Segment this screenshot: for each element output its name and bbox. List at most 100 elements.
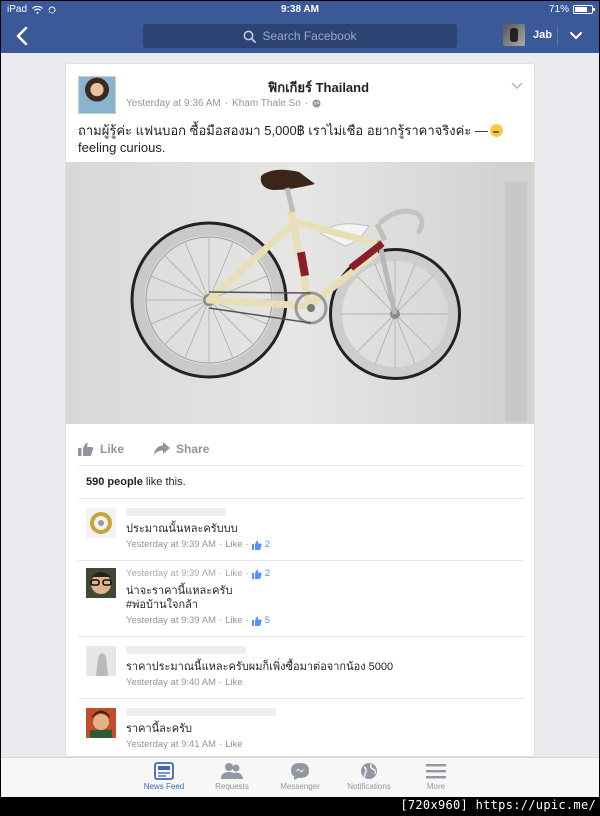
avatar <box>503 24 525 46</box>
comment-time: Yesterday at 9:41 AM <box>126 739 216 750</box>
comment-meta: Yesterday at 9:39 AM · Like · 2 <box>126 539 271 550</box>
post-text: ถามผู้รู้ค่ะ แฟนบอก ซื้อมือสองมา 5,000฿ … <box>78 122 524 156</box>
post-feeling: feeling curious. <box>78 140 166 155</box>
profile-name: Jab <box>533 29 552 41</box>
search-placeholder: Search Facebook <box>262 29 357 43</box>
likes-suffix: like this. <box>145 476 186 488</box>
comment-time: Yesterday at 9:39 AM <box>126 568 216 579</box>
redacted-name <box>126 708 276 716</box>
comment-like-button[interactable]: Like <box>225 539 242 550</box>
tab-news-feed[interactable]: News Feed <box>134 762 194 791</box>
post-meta: Yesterday at 9:36 AM · Kham Thale So · <box>126 98 321 109</box>
news-feed-icon <box>154 762 174 780</box>
comment-meta: Yesterday at 9:40 AM · Like <box>126 677 243 688</box>
post-options-chevron-icon[interactable] <box>510 80 524 92</box>
tab-label: Requests <box>215 782 249 791</box>
search-icon <box>243 30 257 43</box>
thumbs-up-icon <box>78 442 94 456</box>
author-avatar[interactable] <box>78 76 116 114</box>
tab-messenger[interactable]: Messenger <box>270 762 330 791</box>
comment-meta: Yesterday at 9:39 AM · Like · 2 <box>126 568 271 579</box>
tab-label: Messenger <box>280 782 320 791</box>
bicycle-photo <box>66 162 534 424</box>
post-card: ฟิกเกียร์ Thailand Yesterday at 9:36 AM … <box>65 63 535 757</box>
redacted-name <box>126 508 226 516</box>
likes-count: 590 people <box>86 476 143 488</box>
commenter-avatar[interactable] <box>86 508 116 538</box>
divider <box>78 698 524 699</box>
comment: Yesterday at 9:39 AM · Like · 2 น่าจะราคาน… <box>86 568 516 628</box>
commenter-avatar[interactable] <box>86 646 116 676</box>
commenter-avatar[interactable] <box>86 708 116 738</box>
divider <box>557 26 558 46</box>
comment-time: Yesterday at 9:40 AM <box>126 677 216 688</box>
share-button[interactable]: Share <box>154 442 209 456</box>
post-photo[interactable] <box>66 162 534 424</box>
post-location[interactable]: Kham Thale So <box>232 98 301 109</box>
comment-time: Yesterday at 9:39 AM <box>126 539 216 550</box>
nav-bar: Search Facebook Jab <box>1 19 599 53</box>
divider <box>78 636 524 637</box>
commenter-avatar[interactable] <box>86 568 116 598</box>
profile-button[interactable]: Jab <box>503 24 552 46</box>
search-input[interactable]: Search Facebook <box>143 24 457 48</box>
post-header: ฟิกเกียร์ Thailand Yesterday at 9:36 AM … <box>78 76 524 118</box>
watermark-text: [720x960] https://upic.me/ <box>400 798 596 812</box>
clock: 9:38 AM <box>281 4 319 15</box>
globe-icon <box>361 763 377 779</box>
comment: ราคาประมาณนี้แหละครับผมก็เพิ่งซื้อมาต่อจ… <box>86 646 516 692</box>
tab-label: More <box>426 782 446 791</box>
comment: ประมาณนั้นหละครับบบ Yesterday at 9:39 AM… <box>86 508 516 556</box>
tab-more[interactable]: More <box>406 762 466 791</box>
redacted-name <box>126 646 246 654</box>
divider <box>78 498 524 499</box>
comment-like-button[interactable]: Like <box>225 739 242 750</box>
comment-like-button[interactable]: Like <box>225 677 242 688</box>
redacted-name <box>126 82 264 92</box>
divider <box>78 560 524 561</box>
menu-icon <box>426 764 446 779</box>
friend-requests-icon <box>221 763 243 779</box>
post-body: ถามผู้รู้ค่ะ แฟนบอก ซื้อมือสองมา 5,000฿ … <box>78 123 488 138</box>
likes-summary[interactable]: 590 people like this. <box>86 476 186 488</box>
post-author[interactable]: ฟิกเกียร์ Thailand <box>126 77 369 98</box>
battery-icon <box>573 5 595 14</box>
status-bar: iPad 9:38 AM 71% <box>1 1 599 19</box>
comment-text: ราคาประมาณนี้แหละครับผมก็เพิ่งซื้อมาต่อจ… <box>126 661 394 673</box>
tab-label: Notifications <box>347 782 391 791</box>
chevron-down-icon[interactable] <box>567 28 585 44</box>
public-globe-icon <box>312 99 321 108</box>
meta-dot: · <box>304 98 309 109</box>
share-label: Share <box>176 441 210 456</box>
like-count-icon <box>251 616 262 626</box>
like-button[interactable]: Like <box>78 442 124 456</box>
comment-like-button[interactable]: Like <box>225 568 242 579</box>
battery-percent: 71% <box>548 4 569 15</box>
comment-like-count: 2 <box>264 568 271 579</box>
comment-hashtag[interactable]: #พ่อบ้านใจกล้า <box>126 598 198 612</box>
like-label: Like <box>100 441 125 456</box>
post-timestamp[interactable]: Yesterday at 9:36 AM <box>126 98 221 109</box>
like-count-icon <box>251 569 262 579</box>
comment-text: ราคานี้ละครับ <box>126 723 193 735</box>
comment-text: น่าจะราคานี้แหละครับ <box>126 585 233 597</box>
meta-dot: · <box>224 98 229 109</box>
comment-like-count: 5 <box>264 615 271 626</box>
like-count-icon <box>251 540 262 550</box>
comment-meta: Yesterday at 9:39 AM · Like · 5 <box>126 615 271 626</box>
comment-meta: Yesterday at 9:41 AM · Like <box>126 739 243 750</box>
author-name[interactable]: ฟิกเกียร์ Thailand <box>268 80 369 95</box>
comment: ราคานี้ละครับ Yesterday at 9:41 AM · Like <box>86 708 516 754</box>
action-bar: Like Share <box>78 432 524 466</box>
comment-time: Yesterday at 9:39 AM <box>126 615 216 626</box>
tab-requests[interactable]: Requests <box>202 762 262 791</box>
curious-emoji-icon <box>489 124 503 137</box>
tab-notifications[interactable]: Notifications <box>339 762 399 791</box>
back-chevron-icon[interactable] <box>11 23 35 49</box>
share-arrow-icon <box>154 442 171 455</box>
tab-label: News Feed <box>143 782 185 791</box>
tab-bar: News Feed Requests Messenger Notificatio… <box>1 757 599 797</box>
screen: iPad 9:38 AM 71% Search Facebook Jab ฟิก… <box>1 1 599 797</box>
comment-text: ประมาณนั้นหละครับบบ <box>126 523 238 535</box>
comment-like-button[interactable]: Like <box>225 615 242 626</box>
